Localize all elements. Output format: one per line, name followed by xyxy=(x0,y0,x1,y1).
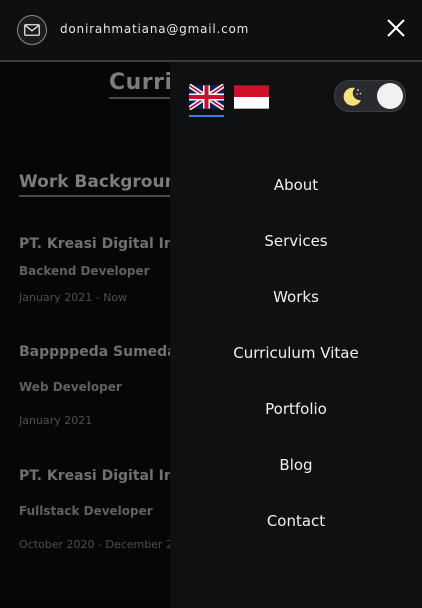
email-address[interactable]: donirahmatiana@gmail.com xyxy=(60,22,249,36)
uk-flag-icon[interactable] xyxy=(189,84,224,110)
close-menu-button[interactable] xyxy=(383,15,409,41)
active-language-indicator xyxy=(189,115,224,117)
job-date: January 2021 xyxy=(19,414,93,427)
job-role: Fullstack Developer xyxy=(19,504,153,518)
page-title: Curri xyxy=(109,70,173,99)
menu-item-works[interactable]: Works xyxy=(170,278,422,334)
moon-icon xyxy=(343,87,362,106)
menu-item-about[interactable]: About xyxy=(170,166,422,222)
job-company: PT. Kreasi Digital Ind xyxy=(19,236,184,252)
nav-menu-panel: About Services Works Curriculum Vitae Po… xyxy=(170,62,422,608)
indonesia-flag-icon[interactable] xyxy=(234,84,269,110)
job-date: January 2021 - Now xyxy=(19,291,128,304)
theme-toggle[interactable] xyxy=(334,80,406,112)
job-company: PT. Kreasi Digital Ind xyxy=(19,468,184,484)
mail-icon xyxy=(24,24,40,36)
job-date: October 2020 - December 2 xyxy=(19,538,174,551)
top-bar: donirahmatiana@gmail.com xyxy=(0,0,422,62)
job-role: Backend Developer xyxy=(19,264,150,278)
section-title: Work Background xyxy=(19,172,189,197)
job-role: Web Developer xyxy=(19,380,122,394)
job-company: Bappppeda Sumeda xyxy=(19,344,177,360)
toggle-knob xyxy=(377,83,403,109)
nav-menu-list: About Services Works Curriculum Vitae Po… xyxy=(170,166,422,558)
menu-item-services[interactable]: Services xyxy=(170,222,422,278)
mail-button[interactable] xyxy=(17,15,47,45)
menu-item-curriculum-vitae[interactable]: Curriculum Vitae xyxy=(170,334,422,390)
close-icon xyxy=(387,19,405,37)
menu-item-contact[interactable]: Contact xyxy=(170,502,422,558)
menu-item-portfolio[interactable]: Portfolio xyxy=(170,390,422,446)
menu-item-blog[interactable]: Blog xyxy=(170,446,422,502)
